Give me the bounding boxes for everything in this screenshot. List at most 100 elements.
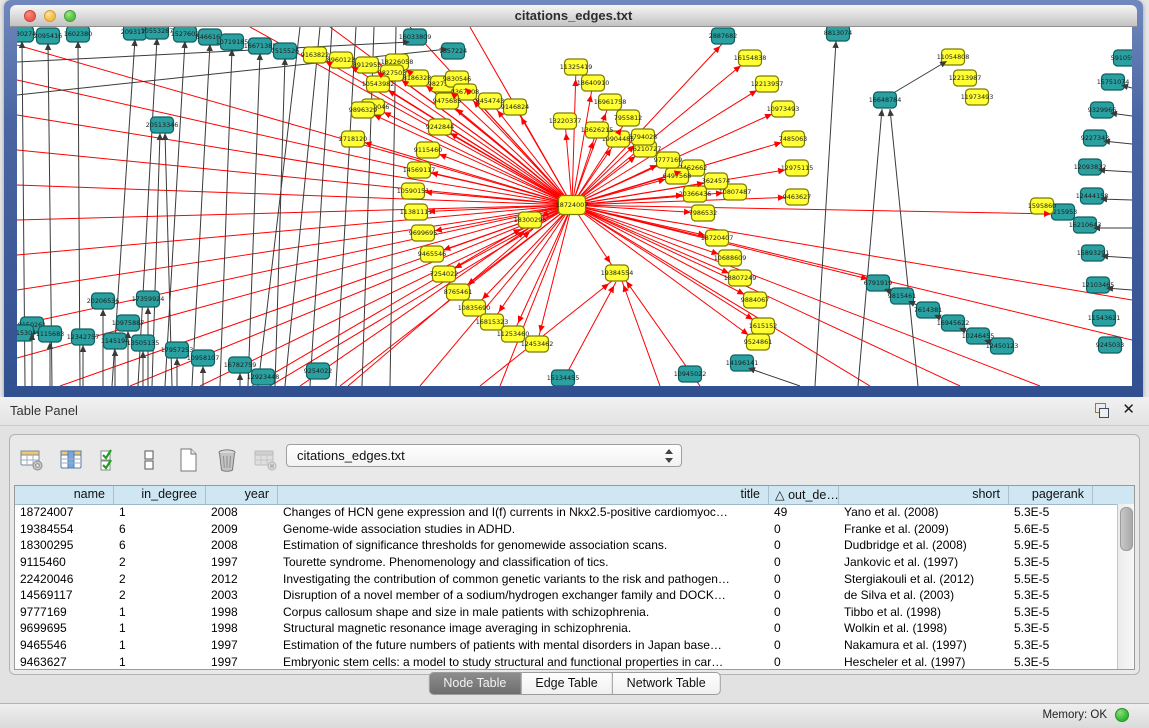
graph-node[interactable]: 16782759 (224, 357, 257, 373)
graph-node[interactable]: 9465546 (418, 246, 446, 262)
column-header-name[interactable]: name (15, 486, 114, 504)
graph-node[interactable]: 10973493 (767, 101, 800, 117)
graph-node[interactable]: 8765461 (444, 284, 472, 300)
table-row[interactable]: 1938455462009Genome-wide association stu… (15, 521, 1118, 538)
graph-node[interactable]: 8813074 (824, 27, 852, 41)
table-selector-dropdown[interactable]: citations_edges.txt (286, 444, 682, 467)
table-column-icon[interactable] (57, 446, 85, 474)
graph-node[interactable]: 13220377 (549, 113, 582, 129)
tab-network-table[interactable]: Network Table (613, 672, 721, 695)
table-row[interactable]: 946554611997Estimation of the future num… (15, 637, 1118, 654)
graph-node[interactable]: 16210643 (1069, 217, 1102, 233)
graph-node[interactable]: 10688609 (714, 250, 747, 266)
graph-node[interactable]: 2887682 (709, 28, 737, 44)
graph-node[interactable]: 9242844 (426, 119, 454, 135)
graph-node[interactable]: 15893291 (1077, 245, 1110, 261)
graph-node[interactable]: 11543621 (1088, 310, 1121, 326)
graph-node[interactable]: 12213987 (949, 70, 982, 86)
scrollbar-thumb[interactable] (1120, 507, 1133, 551)
table-settings-icon[interactable] (18, 446, 46, 474)
delete-trash-icon[interactable] (213, 446, 241, 474)
graph-node[interactable]: 18720407 (701, 230, 734, 246)
column-header-short[interactable]: short (839, 486, 1009, 504)
graph-node[interactable]: 7515526 (271, 43, 299, 59)
graph-node[interactable]: 1145194 (101, 333, 129, 349)
graph-node[interactable]: 12342757 (67, 329, 100, 345)
graph-node[interactable]: 1115683 (36, 326, 64, 342)
window-titlebar[interactable]: citations_edges.txt (10, 5, 1137, 27)
graph-node[interactable]: 20366436 (679, 186, 712, 202)
network-canvas[interactable]: 9330274209541616023802093171105532871527… (17, 27, 1132, 386)
graph-node[interactable]: 7955812 (614, 110, 642, 126)
graph-node[interactable]: 20513346 (146, 117, 179, 133)
table-row[interactable]: 1456911722003Disruption of a novel membe… (15, 587, 1118, 604)
graph-node[interactable]: 16961758 (594, 94, 627, 110)
graph-node[interactable]: 3624574 (702, 173, 730, 189)
graph-node[interactable]: 15134455 (547, 370, 580, 386)
close-icon[interactable]: ✕ (1122, 400, 1135, 418)
graph-node[interactable]: 1615152 (749, 318, 777, 334)
column-header-title[interactable]: title (278, 486, 769, 504)
row-height-icon[interactable] (135, 446, 163, 474)
tab-edge-table[interactable]: Edge Table (521, 672, 612, 695)
graph-node[interactable]: 16648784 (869, 92, 902, 108)
graph-node[interactable]: 18807249 (724, 270, 757, 286)
graph-node[interactable]: 12444158 (1076, 188, 1109, 204)
column-header-year[interactable]: year (206, 486, 278, 504)
graph-node[interactable]: 12975115 (781, 160, 814, 176)
graph-node[interactable]: 2718120 (339, 131, 367, 147)
graph-node[interactable]: 16154838 (734, 50, 767, 66)
column-header-in_degree[interactable]: in_degree (114, 486, 206, 504)
graph-node[interactable]: 11973493 (961, 89, 994, 105)
graph-node[interactable]: 18640910 (577, 75, 610, 91)
graph-node[interactable]: 11381111 (400, 204, 433, 220)
table-row[interactable]: 1830029562008Estimation of significance … (15, 537, 1118, 554)
table-row[interactable]: 969969511998Structural magnetic resonanc… (15, 620, 1118, 637)
graph-node[interactable]: 6791919 (864, 275, 892, 291)
graph-node[interactable]: 10543982 (362, 76, 395, 92)
graph-node[interactable]: 18724007 (556, 196, 589, 215)
graph-node[interactable]: 10553287 (141, 27, 174, 39)
graph-node[interactable]: 7986532 (689, 205, 717, 221)
graph-node[interactable]: 12213957 (751, 76, 784, 92)
graph-node[interactable]: 1595860 (1028, 198, 1056, 214)
table-body[interactable]: 1872400712008Changes of HCN gene express… (15, 504, 1118, 669)
graph-node[interactable]: 2095416 (34, 28, 62, 44)
graph-node[interactable]: 9884067 (741, 292, 769, 308)
table-row[interactable]: 2242004622012Investigating the contribut… (15, 570, 1118, 587)
graph-node[interactable]: 10945022 (674, 366, 707, 382)
graph-node[interactable]: 13505135 (127, 335, 160, 351)
graph-node[interactable]: 12093832 (1074, 159, 1107, 175)
memory-status-indicator[interactable] (1115, 708, 1129, 722)
graph-node[interactable]: 10975887 (112, 315, 145, 331)
tab-node-table[interactable]: Node Table (428, 672, 521, 695)
graph-node[interactable]: 18300295 (514, 212, 547, 228)
new-document-icon[interactable] (174, 446, 202, 474)
graph-node[interactable]: 9163822 (301, 47, 329, 63)
graph-node[interactable]: 8960123 (327, 52, 355, 68)
graph-node[interactable]: 9115460 (414, 142, 442, 158)
table-row[interactable]: 911546021997Tourette syndrome. Phenomeno… (15, 554, 1118, 571)
vertical-scrollbar[interactable] (1117, 504, 1134, 669)
graph-node[interactable]: 7485063 (779, 131, 807, 147)
graph-node[interactable]: 10590151 (397, 183, 430, 199)
graph-node[interactable]: 19384554 (601, 265, 634, 281)
table-row[interactable]: 1872400712008Changes of HCN gene express… (15, 504, 1118, 521)
graph-node[interactable]: 9146824 (501, 99, 529, 115)
graph-node[interactable]: 10958107 (187, 350, 220, 366)
graph-node[interactable]: 11325419 (560, 59, 593, 75)
float-window-icon[interactable] (1093, 403, 1109, 418)
graph-node[interactable]: 9777169 (654, 152, 682, 168)
graph-node[interactable]: 9524861 (744, 334, 772, 350)
graph-node[interactable]: 9254022 (304, 363, 332, 379)
column-header-pagerank[interactable]: pagerank (1009, 486, 1093, 504)
graph-node[interactable]: 9227343 (1081, 130, 1109, 146)
graph-node[interactable]: 20206536 (87, 293, 120, 309)
graph-node[interactable]: 7254022 (430, 266, 458, 282)
citation-graph[interactable]: 9330274209541616023802093171105532871527… (17, 27, 1132, 386)
graph-node[interactable]: 12453462 (521, 336, 554, 352)
graph-node[interactable]: 9329966 (1088, 102, 1116, 118)
graph-node[interactable]: 5910592 (1111, 50, 1132, 66)
graph-node[interactable]: 12103465 (1082, 277, 1115, 293)
graph-node[interactable]: 13626215 (581, 122, 614, 138)
